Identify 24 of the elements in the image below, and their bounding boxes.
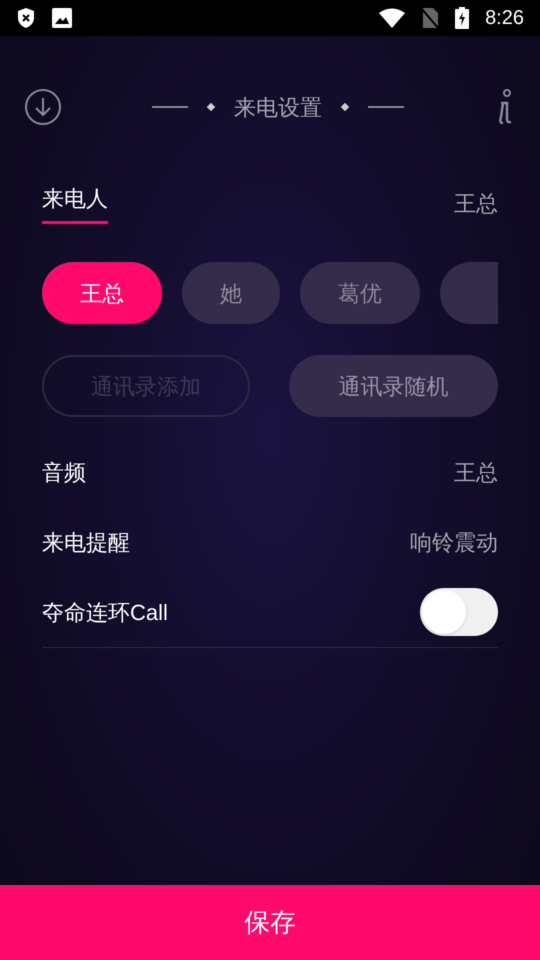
setting-label: 音频 xyxy=(42,458,86,486)
setting-label: 来电提醒 xyxy=(42,528,130,556)
save-button[interactable]: 保存 xyxy=(0,885,540,960)
clock: 8:26 xyxy=(485,6,524,31)
setting-label: 夺命连环Call xyxy=(42,598,168,626)
toggle-switch[interactable] xyxy=(420,588,498,636)
download-icon xyxy=(25,89,61,125)
caller-chip[interactable]: 葛优 xyxy=(300,262,420,324)
shield-icon xyxy=(16,7,36,29)
battery-charging-icon xyxy=(455,7,470,29)
title-decoration-icon xyxy=(338,103,404,111)
title-decoration-icon xyxy=(152,103,218,111)
setting-value[interactable]: 王总 xyxy=(454,456,498,488)
setting-value[interactable]: 响铃震动 xyxy=(410,526,498,558)
caller-tab[interactable]: 来电人 xyxy=(42,182,108,224)
contacts-button[interactable]: 通讯录随机 xyxy=(289,355,498,417)
no-sim-icon xyxy=(421,7,440,29)
image-icon xyxy=(52,8,72,28)
caller-value: 王总 xyxy=(454,190,498,218)
wifi-icon xyxy=(379,8,406,28)
page-title: 来电设置 xyxy=(234,94,322,122)
caller-chip[interactable]: 王总 xyxy=(42,262,162,324)
caller-chip[interactable]: 她 xyxy=(182,262,280,324)
download-button[interactable] xyxy=(25,89,61,125)
